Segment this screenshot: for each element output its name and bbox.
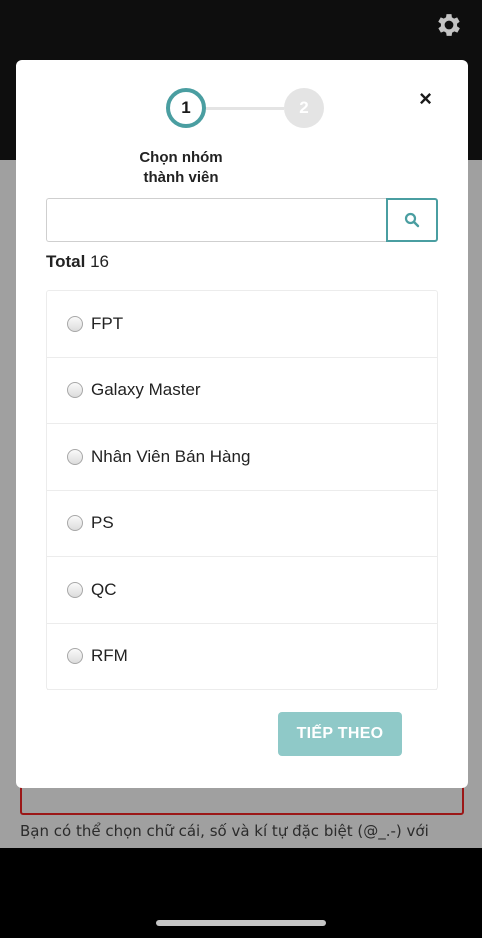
- radio-button[interactable]: [67, 515, 83, 532]
- close-icon[interactable]: ×: [419, 88, 432, 110]
- search-button[interactable]: [386, 198, 438, 242]
- search-bar: [46, 198, 438, 242]
- search-input[interactable]: [46, 198, 386, 242]
- radio-button[interactable]: [67, 581, 83, 598]
- group-label: Nhân Viên Bán Hàng: [91, 446, 251, 466]
- step-1-active: 1: [166, 88, 206, 128]
- radio-button[interactable]: [67, 648, 83, 665]
- group-list: FPT Galaxy Master Nhân Viên Bán Hàng PS …: [46, 290, 438, 690]
- group-label: Galaxy Master: [91, 380, 201, 400]
- list-item[interactable]: RFM: [47, 624, 437, 690]
- total-value: 16: [90, 252, 110, 271]
- stepper: 1 2: [166, 88, 326, 128]
- list-item[interactable]: PS: [47, 491, 437, 557]
- group-label: RFM: [91, 646, 128, 666]
- total-count: Total 16: [46, 252, 109, 272]
- total-label: Total: [46, 252, 86, 271]
- step-label-line1: Chọn nhóm: [139, 149, 223, 166]
- next-button[interactable]: TIẾP THEO: [278, 712, 402, 756]
- group-label: FPT: [91, 313, 124, 333]
- step-2-inactive: 2: [284, 88, 324, 128]
- radio-button[interactable]: [67, 448, 83, 465]
- step-label-line2: thành viên: [143, 169, 219, 186]
- radio-button[interactable]: [67, 382, 83, 399]
- step-connector: [206, 107, 284, 110]
- radio-button[interactable]: [67, 315, 83, 332]
- search-icon: [404, 212, 420, 228]
- list-item[interactable]: FPT: [47, 291, 437, 358]
- group-label: PS: [91, 513, 114, 533]
- list-item[interactable]: QC: [47, 557, 437, 624]
- step-label: Chọn nhóm thành viên: [126, 148, 236, 188]
- list-item[interactable]: Galaxy Master: [47, 358, 437, 424]
- select-group-modal: × 1 2 Chọn nhóm thành viên Total 16 FPT …: [16, 60, 468, 788]
- group-label: QC: [91, 579, 117, 599]
- list-item[interactable]: Nhân Viên Bán Hàng: [47, 424, 437, 491]
